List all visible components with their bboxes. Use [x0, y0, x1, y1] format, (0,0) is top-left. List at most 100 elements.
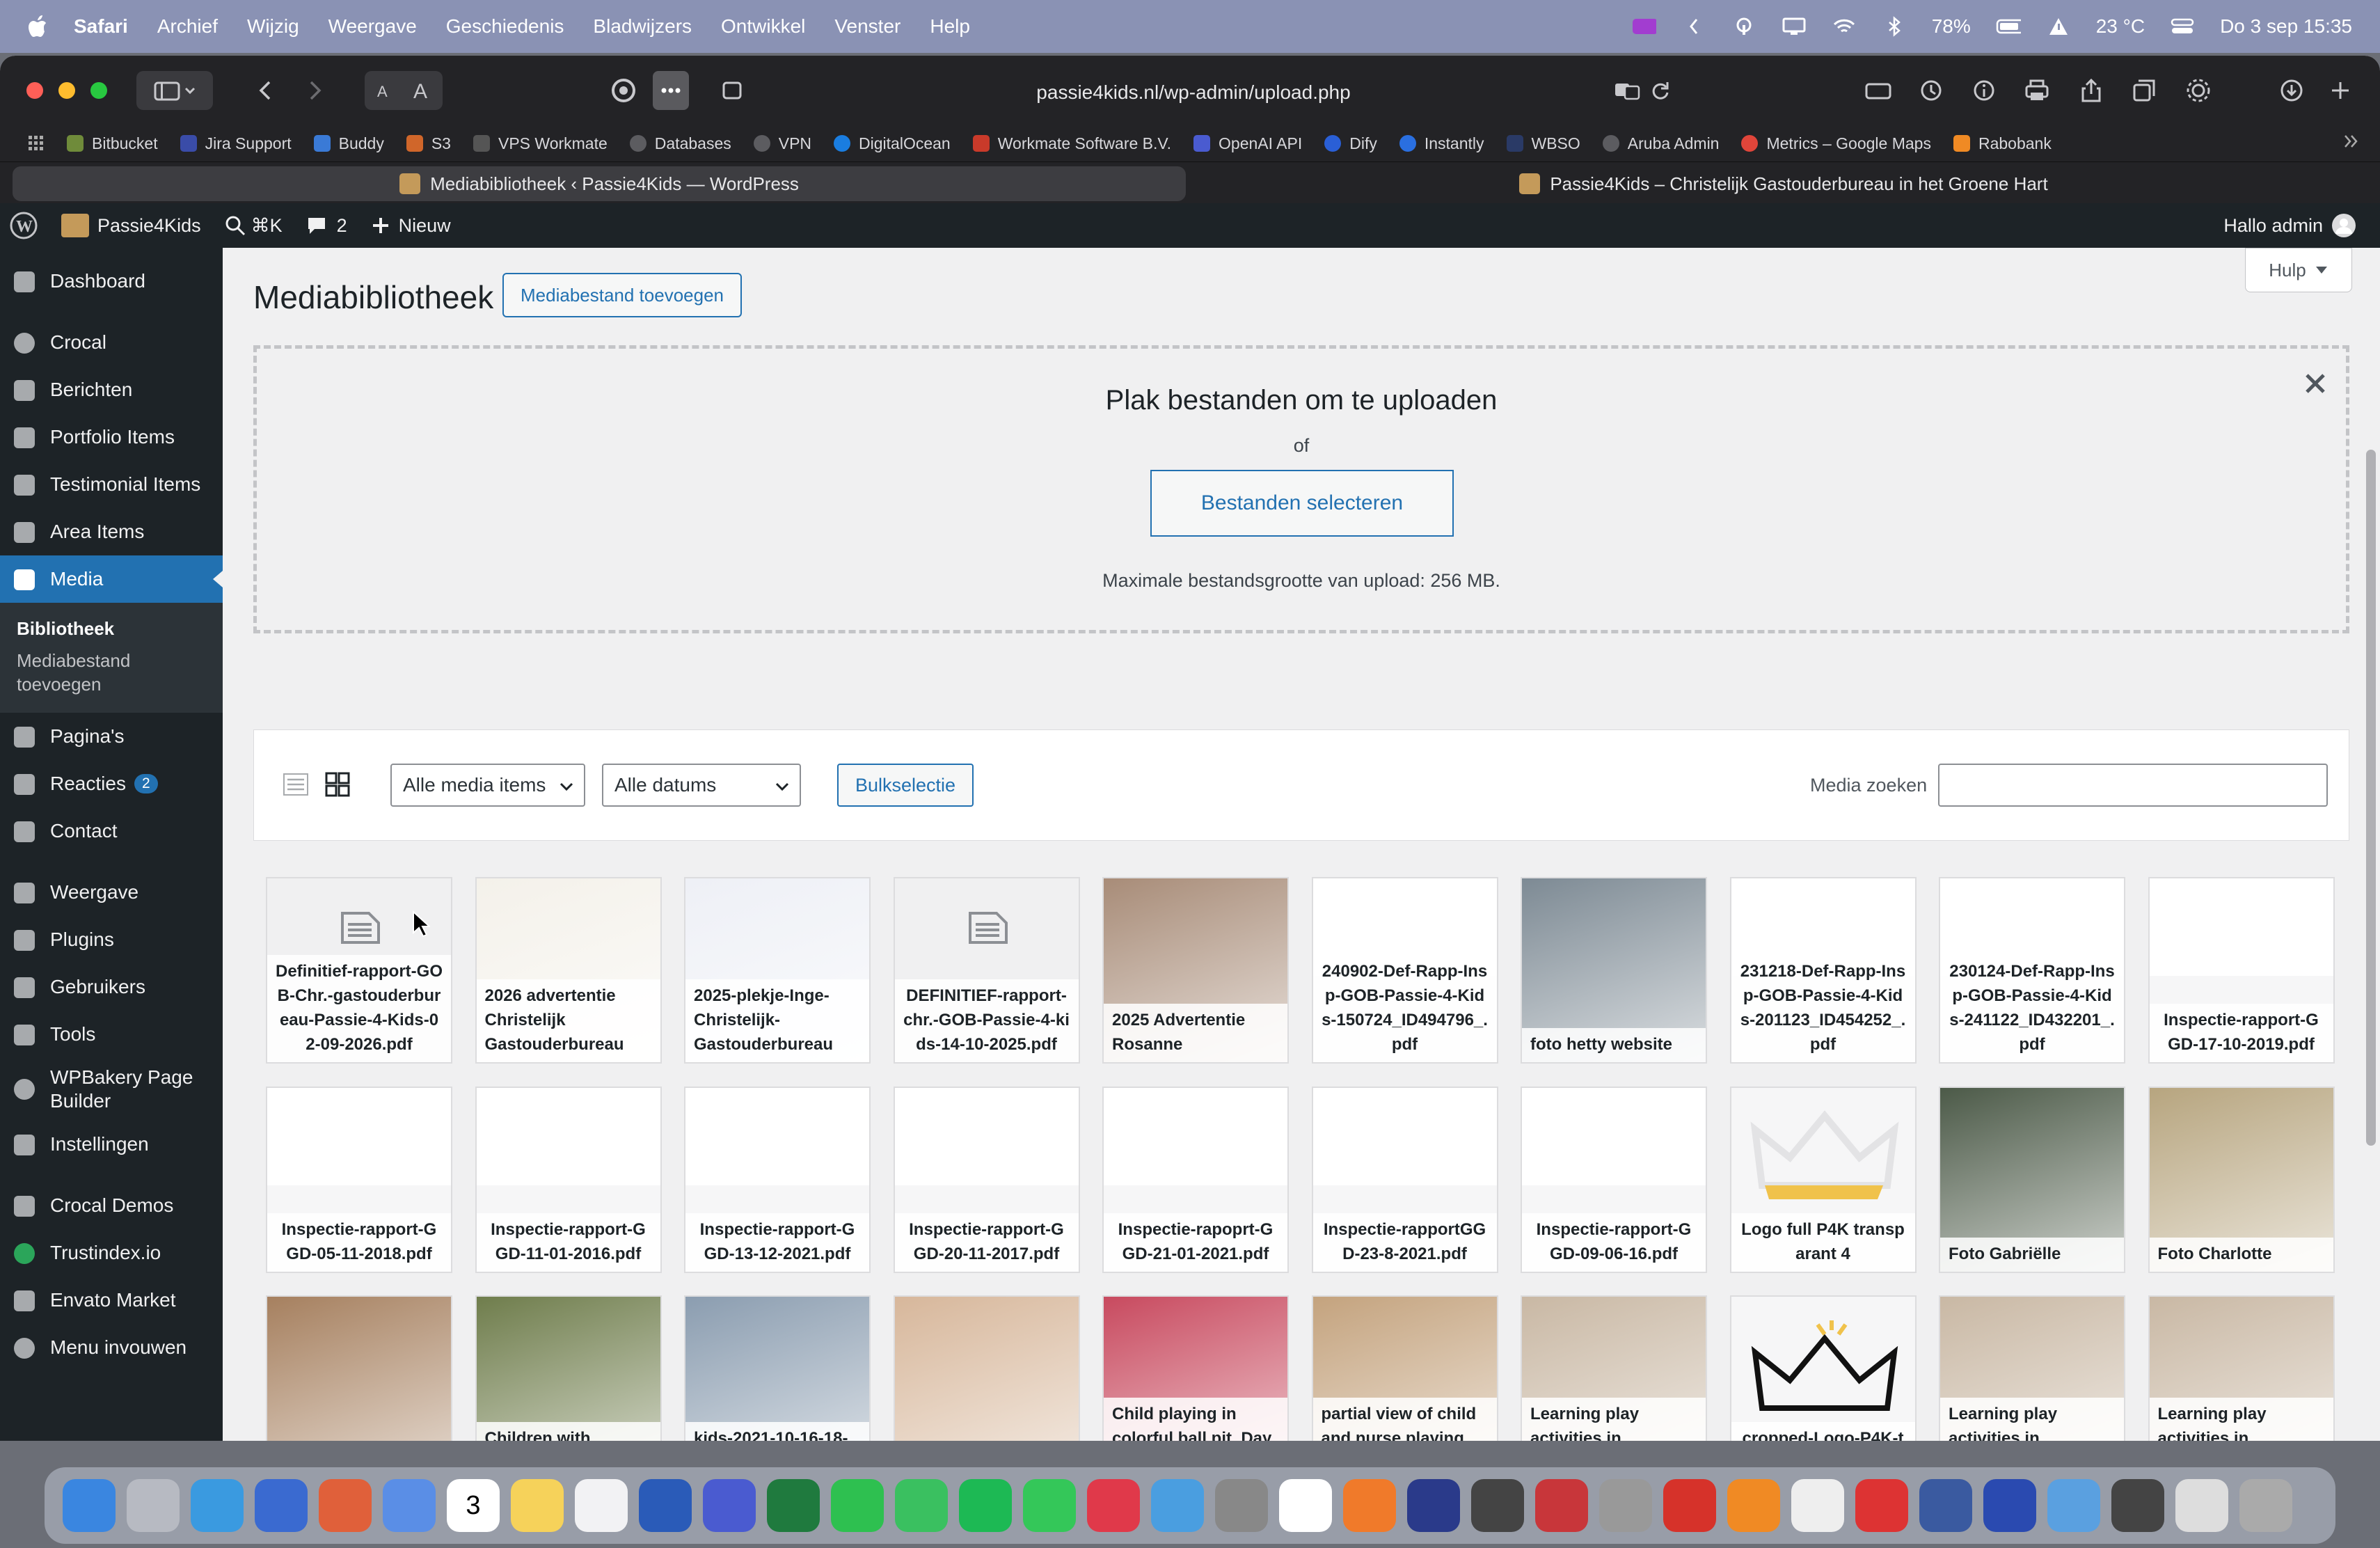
fav-workmate[interactable]: Workmate Software B.V. [972, 134, 1171, 153]
media-item[interactable]: cropped-Logo-P4K-transparant-2.png [1729, 1295, 1917, 1441]
sidebar-item-crocal-demos[interactable]: Crocal Demos [0, 1182, 223, 1229]
privacy-report-icon[interactable] [605, 71, 642, 110]
fav-jira[interactable]: Jira Support [180, 134, 292, 153]
media-item[interactable]: Children with parents [475, 1295, 662, 1441]
wifi-icon[interactable] [1832, 17, 1857, 36]
menu-wijzig[interactable]: Wijzig [247, 15, 299, 38]
battery-icon[interactable] [1996, 17, 2021, 36]
submenu-bibliotheek[interactable]: Bibliotheek [0, 613, 223, 645]
media-item[interactable]: 230124-Def-Rapp-Insp-GOB-Passie-4-Kids-2… [1939, 877, 2125, 1064]
menu-help[interactable]: Help [930, 15, 970, 38]
weather-warning-icon[interactable] [2046, 17, 2071, 36]
menu-venster[interactable]: Venster [834, 15, 901, 38]
date-select[interactable]: Alle datums [602, 764, 801, 807]
url-text[interactable]: passie4kids.nl/wp-admin/upload.php [1036, 81, 1350, 104]
dock-app-icon[interactable] [1855, 1479, 1908, 1532]
dock-app-icon[interactable] [575, 1479, 628, 1532]
zoom-window-button[interactable] [90, 82, 107, 99]
chevron-left-icon[interactable] [1681, 17, 1706, 36]
grid-view-icon[interactable] [324, 771, 351, 802]
site-name-link[interactable]: Passie4Kids [61, 214, 201, 237]
command-search[interactable]: ⌘K [225, 215, 283, 237]
add-media-button[interactable]: Mediabestand toevoegen [502, 273, 743, 317]
dock-app-icon[interactable] [1663, 1479, 1716, 1532]
media-item[interactable]: 2026 advertentie Christelijk Gastouderbu… [475, 877, 662, 1064]
media-item[interactable]: Inspectie-rapport-GGD-05-11-2018.pdf [266, 1086, 452, 1273]
media-item[interactable]: Logo full P4K transparant 4 [1729, 1086, 1917, 1273]
menu-bladwijzers[interactable]: Bladwijzers [593, 15, 692, 38]
sidebar-item-portfolio[interactable]: Portfolio Items [0, 413, 223, 461]
dock-app-icon[interactable] [1343, 1479, 1396, 1532]
fav-metrics-maps[interactable]: Metrics – Google Maps [1741, 134, 1931, 153]
media-item[interactable]: Foto Gabriëlle [1939, 1086, 2125, 1273]
sidebar-item-wpbakery[interactable]: WPBakery Page Builder [0, 1058, 223, 1121]
bluetooth-icon[interactable] [1882, 16, 1907, 37]
sidebar-item-contact[interactable]: Contact [0, 807, 223, 855]
media-item[interactable]: Learning play activities in kindergarten… [2148, 1295, 2335, 1441]
sidebar-item-area[interactable]: Area Items [0, 508, 223, 555]
sidebar-item-gebruikers[interactable]: Gebruikers [0, 963, 223, 1011]
dock-app-icon[interactable] [2047, 1479, 2100, 1532]
close-icon[interactable] [2301, 370, 2329, 397]
dock-app-icon[interactable] [2239, 1479, 2292, 1532]
back-icon[interactable] [248, 71, 283, 110]
dock-app-icon[interactable] [1215, 1479, 1268, 1532]
print-icon[interactable] [2021, 71, 2053, 110]
dock-app-icon[interactable] [1279, 1479, 1332, 1532]
translate-icon[interactable] [1612, 71, 1642, 110]
dock-app-icon[interactable] [1599, 1479, 1652, 1532]
media-item[interactable]: Kids at party [893, 1295, 1080, 1441]
control-center-icon[interactable] [2170, 17, 2195, 36]
media-item[interactable]: Learning play activities in kindergarten… [1939, 1295, 2125, 1441]
scrollbar[interactable] [2366, 450, 2376, 1146]
dock-app-icon[interactable] [1535, 1479, 1588, 1532]
media-item[interactable]: 231218-Def-Rapp-Insp-GOB-Passie-4-Kids-2… [1729, 877, 1917, 1064]
media-item[interactable]: Inspectie-rapport-GGD-17-10-2019.pdf [2148, 877, 2335, 1064]
comments-link[interactable]: 2 [306, 215, 347, 237]
sidebar-item-plugins[interactable]: Plugins [0, 916, 223, 963]
reload-icon[interactable] [1647, 71, 1674, 110]
sidebar-item-dashboard[interactable]: Dashboard [0, 258, 223, 305]
text-size-icon[interactable]: AA [365, 71, 443, 110]
fav-dify[interactable]: Dify [1324, 134, 1377, 153]
dock-app-icon[interactable] [383, 1479, 436, 1532]
dock-app-icon[interactable] [895, 1479, 948, 1532]
sidebar-item-berichten[interactable]: Berichten [0, 366, 223, 413]
sidebar-item-crocal[interactable]: Crocal [0, 319, 223, 366]
sidebar-item-instellingen[interactable]: Instellingen [0, 1121, 223, 1168]
sidebar-item-tools[interactable]: Tools [0, 1011, 223, 1058]
collapse-menu[interactable]: Menu invouwen [0, 1324, 223, 1371]
dock-app-icon[interactable] [511, 1479, 564, 1532]
sidebar-item-weergave[interactable]: Weergave [0, 869, 223, 916]
media-item[interactable]: 2025-plekje-Inge-Christelijk-Gastouderbu… [684, 877, 871, 1064]
settings-icon[interactable] [2182, 71, 2214, 110]
dock-app-icon[interactable] [1407, 1479, 1460, 1532]
dock-app-icon[interactable] [127, 1479, 180, 1532]
screen-mirror-icon[interactable] [1631, 17, 1656, 36]
password-icon[interactable] [1862, 71, 1894, 110]
downloads-icon[interactable] [2276, 71, 2308, 110]
media-type-select[interactable]: Alle media items [390, 764, 585, 807]
fav-vps-workmate[interactable]: VPS Workmate [473, 134, 608, 153]
fav-openai[interactable]: OpenAI API [1193, 134, 1302, 153]
clock[interactable]: Do 3 sep 15:35 [2220, 15, 2352, 38]
media-item[interactable]: Inspectie-rapport-GGD-11-01-2016.pdf [475, 1086, 662, 1273]
sidebar-item-paginas[interactable]: Pagina's [0, 713, 223, 760]
fav-instantly[interactable]: Instantly [1399, 134, 1484, 153]
dock-app-icon[interactable] [703, 1479, 756, 1532]
dock-app-icon[interactable] [831, 1479, 884, 1532]
select-files-button[interactable]: Bestanden selecteren [1150, 470, 1454, 537]
minimize-window-button[interactable] [58, 82, 75, 99]
media-item[interactable]: Foto Henriëtte [266, 1295, 452, 1441]
list-view-icon[interactable] [282, 771, 310, 802]
media-item[interactable]: DEFINITIEF-rapport-chr.-GOB-Passie-4-kid… [893, 877, 1080, 1064]
sidebar-item-envato[interactable]: Envato Market [0, 1277, 223, 1324]
fav-aruba[interactable]: Aruba Admin [1602, 134, 1719, 153]
media-item[interactable]: Foto Charlotte [2148, 1086, 2335, 1273]
media-item[interactable]: partial view of child and nurse playing … [1311, 1295, 1498, 1441]
my-account[interactable]: Hallo admin [2223, 213, 2356, 238]
media-item[interactable]: Child playing in colorful ball pit. Day … [1102, 1295, 1289, 1441]
dock-app-icon[interactable] [1791, 1479, 1844, 1532]
forward-icon[interactable] [298, 71, 333, 110]
address-bar[interactable]: passie4kids.nl/wp-admin/upload.php [724, 75, 1663, 110]
